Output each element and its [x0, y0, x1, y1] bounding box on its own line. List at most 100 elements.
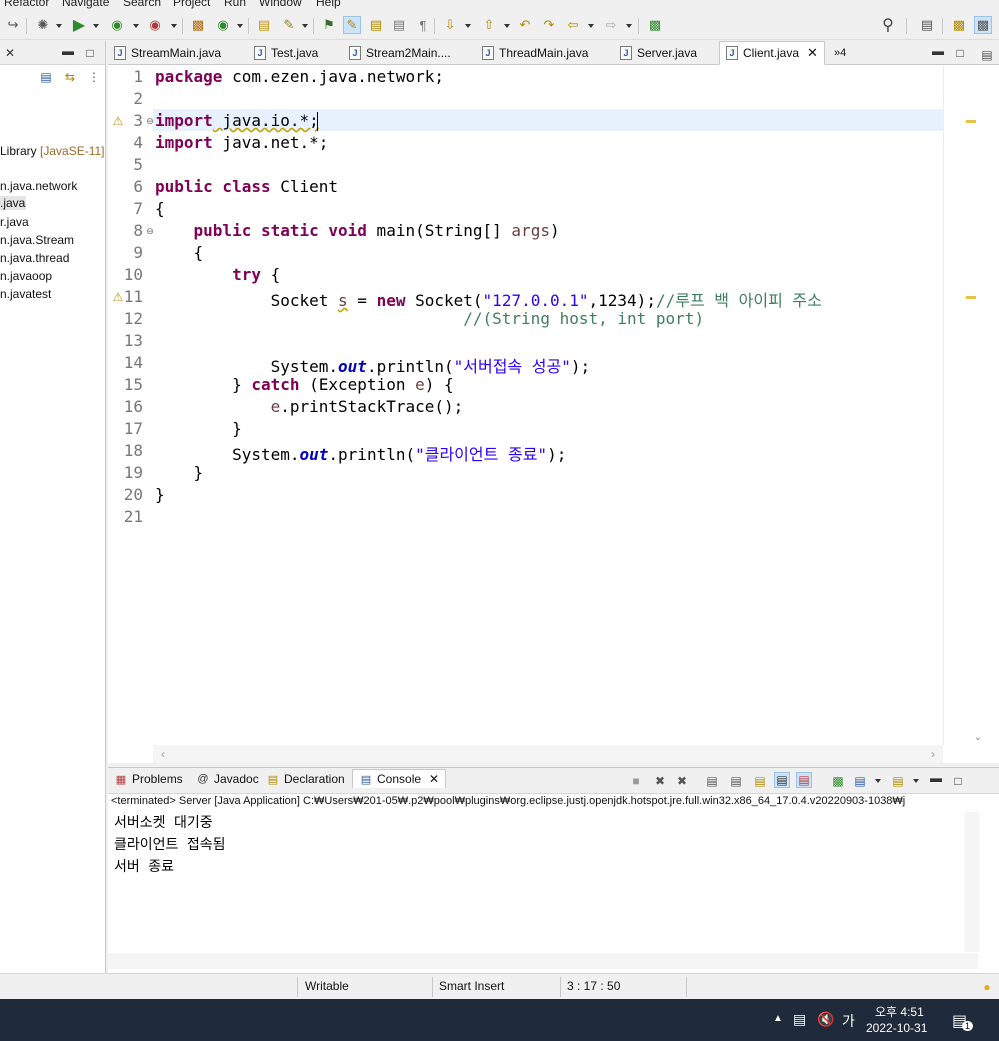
- scroll-down-icon[interactable]: ⌄: [970, 729, 986, 745]
- scroll-right-icon[interactable]: ›: [925, 746, 941, 762]
- tab-threadmain[interactable]: J ThreadMain.java: [482, 41, 588, 65]
- show-whitespace-icon[interactable]: ▤: [390, 16, 408, 34]
- clock-date[interactable]: 2022-10-31: [866, 1021, 927, 1035]
- forward-edit-icon[interactable]: ↷: [540, 16, 558, 34]
- explorer-item[interactable]: n.java.Stream: [0, 233, 74, 247]
- explorer-item[interactable]: n.javaoop: [0, 269, 52, 283]
- word-wrap-icon[interactable]: ▤: [752, 773, 768, 789]
- minimize-icon[interactable]: ▬: [60, 43, 76, 59]
- show-on-stdout-icon[interactable]: ▤: [774, 772, 790, 788]
- display-console-icon[interactable]: ▤: [852, 773, 868, 789]
- search-icon[interactable]: ⚲: [879, 16, 897, 34]
- close-tab-icon[interactable]: ✕: [429, 772, 439, 786]
- pilcrow-icon[interactable]: ¶: [414, 16, 432, 34]
- console-vertical-scrollbar[interactable]: [965, 812, 979, 952]
- writable-status: Writable: [305, 979, 349, 993]
- java-perspective-icon[interactable]: ▩: [974, 16, 992, 34]
- explorer-item[interactable]: n.java.network: [0, 179, 77, 193]
- explorer-item[interactable]: n.java.thread: [0, 251, 69, 265]
- collapse-all-icon[interactable]: ▤: [38, 69, 54, 85]
- warning-icon[interactable]: ⚠: [110, 289, 126, 305]
- tab-stream2main[interactable]: J Stream2Main....: [349, 41, 451, 65]
- run-icon[interactable]: ▶: [70, 16, 88, 34]
- view-menu-icon[interactable]: ⋮: [86, 69, 102, 85]
- scroll-left-icon[interactable]: ‹: [155, 746, 171, 762]
- tab-javadoc[interactable]: @ Javadoc: [196, 772, 258, 786]
- maximize-icon[interactable]: □: [82, 45, 98, 61]
- tab-problems[interactable]: ▦ Problems: [114, 772, 183, 786]
- menu-navigate[interactable]: Navigate: [62, 0, 109, 9]
- menu-help[interactable]: Help: [316, 0, 341, 9]
- minimize-icon[interactable]: ▬: [928, 770, 944, 786]
- explorer-item[interactable]: Library [JavaSE-11]: [0, 144, 105, 158]
- volume-muted-icon[interactable]: 🔇: [817, 1011, 834, 1028]
- terminate-icon[interactable]: ■: [628, 773, 644, 789]
- code-editor[interactable]: 1 2 3 4 5 6 7 8 9 10 11 12 13 14 15 16 1…: [108, 65, 999, 763]
- link-editor-icon[interactable]: ⇆: [62, 69, 78, 85]
- pin-editor-icon[interactable]: ▩: [646, 16, 664, 34]
- mark-occurrences-icon[interactable]: ✎: [343, 16, 361, 34]
- explorer-item-selected[interactable]: .java: [0, 196, 26, 210]
- quickfix-bulb-icon[interactable]: ⚠: [110, 113, 126, 129]
- code-line: {: [193, 243, 204, 262]
- network-icon[interactable]: ▤: [793, 1011, 806, 1028]
- block-selection-icon[interactable]: ▤: [367, 16, 385, 34]
- explorer-item[interactable]: r.java: [0, 215, 29, 229]
- annotation-icon[interactable]: ⚑: [320, 16, 338, 34]
- restore-icon[interactable]: ▤: [979, 47, 995, 63]
- code-line: import java.io.*;: [155, 111, 319, 130]
- next-annotation-icon[interactable]: ⇩: [441, 16, 459, 34]
- close-icon[interactable]: ✕: [2, 45, 18, 61]
- minimize-icon[interactable]: ▬: [930, 43, 946, 59]
- new-class-icon[interactable]: ◉: [214, 16, 232, 34]
- tab-server[interactable]: J Server.java: [620, 41, 697, 65]
- tab-test[interactable]: J Test.java: [254, 41, 318, 65]
- back-icon[interactable]: ⇦: [564, 16, 582, 34]
- search-tool-icon[interactable]: ✎: [280, 16, 298, 34]
- menu-project[interactable]: Project: [173, 0, 210, 9]
- tip-bulb-icon[interactable]: ●: [979, 979, 995, 995]
- menu-window[interactable]: Window: [259, 0, 302, 9]
- java-ee-perspective-icon[interactable]: ▩: [950, 16, 968, 34]
- forward-icon[interactable]: ⇨: [602, 16, 620, 34]
- close-tab-icon[interactable]: ✕: [807, 45, 818, 61]
- overview-ruler[interactable]: ⌄: [943, 65, 999, 745]
- new-package-icon[interactable]: ▩: [189, 16, 207, 34]
- menu-run[interactable]: Run: [224, 0, 246, 9]
- open-perspective-icon[interactable]: ▤: [918, 16, 936, 34]
- coverage-icon[interactable]: ◉: [108, 16, 126, 34]
- console-horizontal-scrollbar[interactable]: [108, 953, 978, 969]
- remove-launch-icon[interactable]: ✖: [652, 773, 668, 789]
- remove-all-icon[interactable]: ✖: [674, 773, 690, 789]
- clear-console-icon[interactable]: ▤: [704, 773, 720, 789]
- tab-client[interactable]: J Client.java ✕: [719, 41, 825, 65]
- explorer-item[interactable]: n.javatest: [0, 287, 51, 301]
- external-tools-icon[interactable]: ◉: [146, 16, 164, 34]
- maximize-icon[interactable]: □: [952, 45, 968, 61]
- explorer-item-label: n.javatest: [0, 287, 52, 301]
- ime-indicator[interactable]: 가: [842, 1011, 855, 1031]
- explorer-header: ✕ ▬ □: [0, 41, 105, 65]
- horizontal-scrollbar[interactable]: ‹ ›: [153, 745, 943, 763]
- tab-streammain[interactable]: J StreamMain.java: [114, 41, 221, 65]
- tab-console[interactable]: ▤ Console ✕: [352, 769, 447, 788]
- maximize-icon[interactable]: □: [950, 773, 966, 789]
- open-type-icon[interactable]: ▤: [255, 16, 273, 34]
- scroll-lock-icon[interactable]: ▤: [728, 773, 744, 789]
- last-edit-icon[interactable]: ↶: [516, 16, 534, 34]
- clock-time[interactable]: 오후 4:51: [875, 1003, 924, 1020]
- insert-mode-status[interactable]: Smart Insert: [439, 979, 504, 993]
- pin-icon[interactable]: ↪: [4, 16, 22, 34]
- code-area[interactable]: package com.ezen.java.network; import ja…: [153, 65, 943, 745]
- tab-declaration[interactable]: ▤ Declaration: [266, 772, 345, 786]
- pin-console-icon[interactable]: ▩: [830, 773, 846, 789]
- menu-refactor[interactable]: Refactor: [4, 0, 49, 9]
- show-on-stderr-icon[interactable]: ▤: [796, 772, 812, 788]
- open-console-icon[interactable]: ▤: [890, 773, 906, 789]
- windows-taskbar: ▲ ▤ 🔇 가 오후 4:51 2022-10-31 ▤ 1: [0, 999, 999, 1041]
- tab-overflow[interactable]: »4: [834, 41, 846, 65]
- show-hidden-icons-icon[interactable]: ▲: [773, 1013, 783, 1024]
- menu-search[interactable]: Search: [123, 0, 161, 9]
- prev-annotation-icon[interactable]: ⇧: [480, 16, 498, 34]
- debug-icon[interactable]: ✺: [34, 16, 52, 34]
